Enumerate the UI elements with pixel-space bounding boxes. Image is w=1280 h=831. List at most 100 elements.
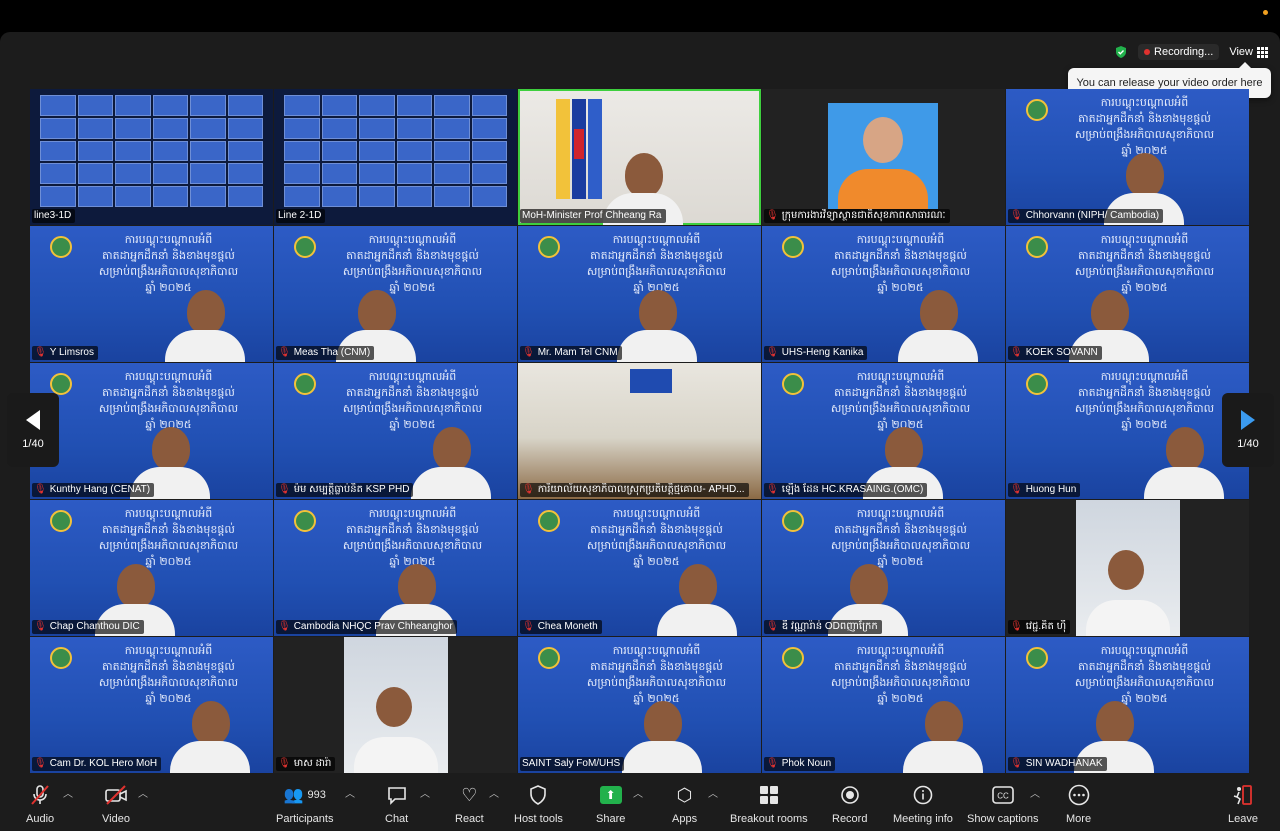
breakout-rooms-label: Breakout rooms xyxy=(730,813,808,825)
video-tile[interactable]: MoH-Minister Prof Chheang Ra xyxy=(518,89,761,225)
previous-page-button[interactable]: 1/40 xyxy=(7,393,59,467)
banner-line: សម្រាប់ពង្រឹងអភិបាលសុខាភិបាល xyxy=(586,265,727,278)
participant-name: Y Limsros xyxy=(49,347,94,358)
captions-chevron-icon[interactable]: ︿ xyxy=(1030,785,1040,800)
chat-chevron-icon[interactable]: ︿ xyxy=(420,785,430,800)
video-tile[interactable]: 🎙 មាស ដារ៉ា xyxy=(274,637,517,773)
ministry-logo-icon xyxy=(1026,99,1048,121)
arrow-right-icon xyxy=(1241,410,1255,430)
video-tile[interactable]: ការបណ្តុះបណ្តាលអំពី តាតដាអ្នកដឹកនាំ និងខា… xyxy=(30,226,273,362)
video-tile[interactable]: ការបណ្តុះបណ្តាលអំពី តាតដាអ្នកដឹកនាំ និងខា… xyxy=(518,637,761,773)
video-tile[interactable]: 🎙 ការិយាល័យសុខាភិបាលស្រុកប្រតិបត្តិថ្មគោល… xyxy=(518,363,761,499)
video-tile[interactable]: ការបណ្តុះបណ្តាលអំពី តាតដាអ្នកដឹកនាំ និងខា… xyxy=(1006,363,1249,499)
record-button[interactable]: Record xyxy=(832,783,867,825)
video-tile[interactable]: Line 2-1D xyxy=(274,89,517,225)
mic-muted-icon: 🎙 xyxy=(34,484,47,495)
video-tile[interactable]: ការបណ្តុះបណ្តាលអំពី តាតដាអ្នកដឹកនាំ និងខា… xyxy=(762,500,1005,636)
participant-name-tag: Line 2-1D xyxy=(276,209,326,223)
video-tile[interactable]: ការបណ្តុះបណ្តាលអំពី តាតដាអ្នកដឹកនាំ និងខា… xyxy=(30,637,273,773)
video-tile[interactable]: ការបណ្តុះបណ្តាលអំពី តាតដាអ្នកដឹកនាំ និងខា… xyxy=(518,500,761,636)
share-label: Share xyxy=(596,813,626,825)
show-captions-button[interactable]: CC Show captions xyxy=(967,783,1039,825)
ministry-logo-icon xyxy=(782,510,804,532)
video-tile[interactable]: ការបណ្តុះបណ្តាលអំពី តាតដាអ្នកដឹកនាំ និងខា… xyxy=(274,500,517,636)
video-tile[interactable]: ការបណ្តុះបណ្តាលអំពី តាតដាអ្នកដឹកនាំ និងខា… xyxy=(518,226,761,362)
mic-muted-icon: 🎙 xyxy=(1010,210,1023,221)
participant-name: Line 2-1D xyxy=(278,210,322,221)
video-tile[interactable]: 🎙 វេជ្ជ.គិត ហ៊ី xyxy=(1006,500,1249,636)
apps-button[interactable]: ⬡ Apps xyxy=(672,783,698,826)
mic-muted-icon: 🎙 xyxy=(34,758,47,769)
participant-name-tag: 🎙 Cambodia NHQC Prav Chheanghor xyxy=(276,620,457,634)
apps-label: Apps xyxy=(672,813,698,825)
banner-line: សម្រាប់ពង្រឹងអភិបាលសុខាភិបាល xyxy=(1074,265,1215,278)
banner-line: ការបណ្តុះបណ្តាលអំពី xyxy=(124,233,213,246)
participant-name: KOEK SOVANN xyxy=(1025,347,1098,358)
video-tile[interactable]: ការបណ្តុះបណ្តាលអំពី តាតដាអ្នកដឹកនាំ និងខា… xyxy=(762,363,1005,499)
video-tile[interactable]: ការបណ្តុះបណ្តាលអំពី តាតដាអ្នកដឹកនាំ និងខា… xyxy=(30,500,273,636)
video-tile[interactable]: ការបណ្តុះបណ្តាលអំពី តាតដាអ្នកដឹកនាំ និងខា… xyxy=(1006,89,1249,225)
video-tile[interactable]: 🎙 ក្រុមការងារវិទ្យាស្ថានជាតិសុខភាពសាធារណៈ xyxy=(762,89,1005,225)
participant-name-tag: 🎙 Chea Moneth xyxy=(520,620,602,634)
meeting-info-button[interactable]: Meeting info xyxy=(893,783,953,825)
banner-line: សម្រាប់ពង្រឹងអភិបាលសុខាភិបាល xyxy=(98,676,239,689)
video-tile[interactable]: line3-1D xyxy=(30,89,273,225)
mic-muted-icon xyxy=(29,783,51,807)
video-button[interactable]: Video xyxy=(102,783,130,825)
ministry-logo-icon xyxy=(782,373,804,395)
video-options-chevron-icon[interactable]: ︿ xyxy=(138,785,148,800)
room-screen xyxy=(630,369,672,393)
breakout-rooms-button[interactable]: Breakout rooms xyxy=(730,783,808,825)
video-tile[interactable]: ការបណ្តុះបណ្តាលអំពី តាតដាអ្នកដឹកនាំ និងខា… xyxy=(1006,637,1249,773)
ministry-logo-icon xyxy=(538,647,560,669)
chat-button[interactable]: Chat xyxy=(385,783,408,825)
mic-muted-icon: 🎙 xyxy=(766,210,779,221)
share-chevron-icon[interactable]: ︿ xyxy=(633,785,643,800)
video-tile[interactable]: ការបណ្តុះបណ្តាលអំពី តាតដាអ្នកដឹកនាំ និងខា… xyxy=(30,363,273,499)
share-button[interactable]: ⬆ Share xyxy=(596,783,625,825)
video-tile[interactable]: ការបណ្តុះបណ្តាលអំពី តាតដាអ្នកដឹកនាំ និងខា… xyxy=(274,226,517,362)
recording-indicator[interactable]: Recording... xyxy=(1138,44,1220,60)
participants-chevron-icon[interactable]: ︿ xyxy=(345,785,355,800)
training-banner: ការបណ្តុះបណ្តាលអំពី តាតដាអ្នកដឹកនាំ និងខា… xyxy=(802,643,999,707)
share-screen-icon: ⬆ xyxy=(599,786,622,804)
next-page-button[interactable]: 1/40 xyxy=(1222,393,1274,467)
video-tile[interactable]: ការបណ្តុះបណ្តាលអំពី តាតដាអ្នកដឹកនាំ និងខា… xyxy=(1006,226,1249,362)
apps-chevron-icon[interactable]: ︿ xyxy=(708,785,718,800)
participant-name: Chhorvann (NIPH/ Cambodia) xyxy=(1025,210,1160,221)
participant-name: Kunthy Hang (CENAT) xyxy=(49,484,151,495)
host-tools-button[interactable]: Host tools xyxy=(514,783,563,825)
banner-line: តាតដាអ្នកដឹកនាំ និងខាងមុខផ្តល់ xyxy=(590,660,723,673)
training-banner: ការបណ្តុះបណ្តាលអំពី តាតដាអ្នកដឹកនាំ និងខា… xyxy=(70,506,267,570)
ministry-logo-icon xyxy=(1026,373,1048,395)
banner-line: តាតដាអ្នកដឹកនាំ និងខាងមុខផ្តល់ xyxy=(1078,660,1211,673)
participant-name: ការិយាល័យសុខាភិបាលស្រុកប្រតិបត្តិថ្មគោល-… xyxy=(537,484,745,495)
mic-muted-icon: 🎙 xyxy=(766,621,779,632)
banner-line: តាតដាអ្នកដឹកនាំ និងខាងមុខផ្តល់ xyxy=(1078,112,1211,125)
react-chevron-icon[interactable]: ︿ xyxy=(489,785,499,800)
participants-label: Participants xyxy=(276,813,334,825)
participant-name-tag: 🎙 Mr. Mam Tel CNM xyxy=(520,346,622,360)
banner-line: តាតដាអ្នកដឹកនាំ និងខាងមុខផ្តល់ xyxy=(1078,249,1211,262)
participants-button[interactable]: 👥 993 Participants xyxy=(276,783,333,825)
mic-muted-icon: 🎙 xyxy=(1010,621,1023,632)
more-button[interactable]: More xyxy=(1066,783,1091,825)
audio-button[interactable]: Audio xyxy=(26,783,54,825)
audio-options-chevron-icon[interactable]: ︿ xyxy=(63,785,73,800)
banner-line: ការបណ្តុះបណ្តាលអំពី xyxy=(1100,370,1189,383)
training-banner: ការបណ្តុះបណ្តាលអំពី តាតដាអ្នកដឹកនាំ និងខា… xyxy=(70,232,267,296)
leave-button[interactable]: Leave xyxy=(1228,783,1258,825)
view-button[interactable]: View xyxy=(1229,46,1268,58)
banner-line: តាតដាអ្នកដឹកនាំ និងខាងមុខផ្តល់ xyxy=(102,660,235,673)
training-banner: ការបណ្តុះបណ្តាលអំពី តាតដាអ្នកដឹកនាំ និងខា… xyxy=(1046,643,1243,707)
video-tile[interactable]: ការបណ្តុះបណ្តាលអំពី តាតដាអ្នកដឹកនាំ និងខា… xyxy=(762,637,1005,773)
video-tile[interactable]: ការបណ្តុះបណ្តាលអំពី តាតដាអ្នកដឹកនាំ និងខា… xyxy=(762,226,1005,362)
banner-line: ការបណ្តុះបណ្តាលអំពី xyxy=(368,233,457,246)
participant-name-tag: 🎙 ម៉ម សម្បត្តិធ្លាប់និត KSP PHD xyxy=(276,483,414,497)
react-button[interactable]: ♡ React xyxy=(455,783,484,826)
encryption-shield-icon[interactable] xyxy=(1114,45,1128,59)
recording-label: Recording... xyxy=(1154,46,1214,58)
banner-line: សម្រាប់ពង្រឹងអភិបាលសុខាភិបាល xyxy=(342,402,483,415)
video-tile[interactable]: ការបណ្តុះបណ្តាលអំពី តាតដាអ្នកដឹកនាំ និងខា… xyxy=(274,363,517,499)
participant-name-tag: 🎙 វេជ្ជ.គិត ហ៊ី xyxy=(1008,620,1071,634)
